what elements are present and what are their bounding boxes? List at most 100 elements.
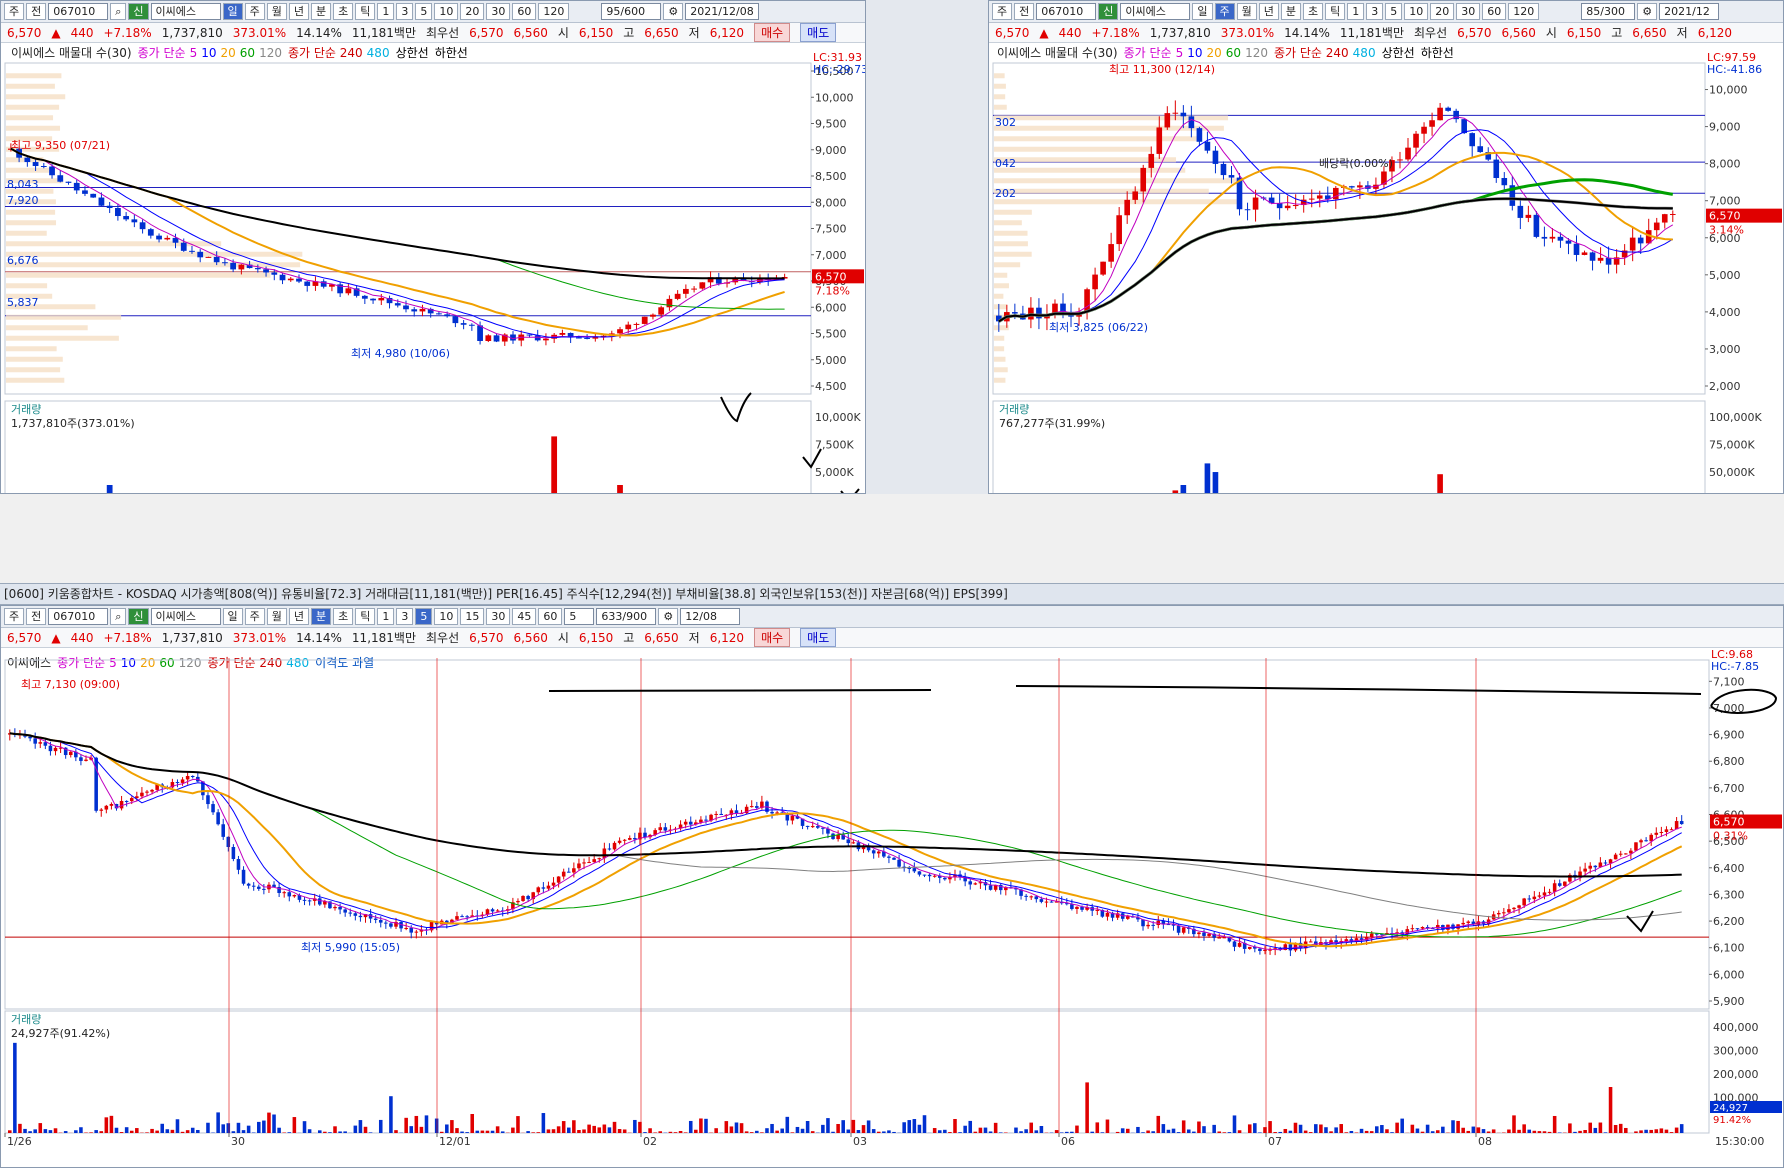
volume-bar [1100, 1132, 1105, 1133]
candle-body [592, 859, 596, 863]
candle-body [123, 216, 130, 220]
volume-profile-bar [6, 73, 62, 79]
candle-body [495, 910, 500, 912]
volume-bar [1679, 1124, 1684, 1133]
daily-chart-panel: 주 전 067010 ⌕ 신 이씨에스 일 주 월 년 분 초 틱 1 3 5 … [0, 0, 866, 494]
volume-bar [460, 1131, 464, 1133]
candle-body [338, 906, 342, 910]
candle-body [84, 759, 88, 761]
volume-profile-bar [6, 230, 47, 236]
volume-bar [983, 1127, 988, 1133]
volume-y-tick: 75,000K [1709, 439, 1755, 452]
volume-bar [602, 1124, 607, 1133]
candle-body [1637, 237, 1644, 244]
volume-bar [612, 1121, 617, 1133]
volume-bar [587, 1124, 591, 1133]
volume-bar [1552, 1115, 1557, 1133]
candle-body [1369, 933, 1374, 938]
candle-body [251, 885, 256, 887]
legend-name: 이씨에스 매물대 수(30) [11, 46, 132, 60]
candle-body [361, 295, 368, 299]
volume-bar [1176, 1132, 1181, 1133]
candle-body [1653, 222, 1660, 231]
candle-body [221, 824, 225, 837]
candle-body [73, 182, 80, 191]
candle-body [65, 181, 72, 183]
price-pane-frame [992, 62, 1706, 395]
volume-bar [1212, 472, 1219, 493]
volume-bar [861, 1125, 866, 1133]
volume-bar [328, 1132, 332, 1133]
candle-body [1679, 821, 1684, 825]
candle-body [180, 779, 185, 783]
daily-candle-chart[interactable]: 이씨에스 매물대 수(30) 종가 단순 5 10 20 60 120 종가 단순 240 48… [1, 1, 866, 494]
volume-bar [948, 1132, 952, 1133]
volume-bar [129, 1130, 134, 1133]
volume-bar [1075, 1125, 1079, 1133]
volume-bar [1268, 1121, 1272, 1133]
volume-bar [455, 1128, 459, 1133]
high-annotation: 최고 9,350 (07/21) [11, 139, 110, 152]
ma120-line [10, 148, 785, 279]
volume-bar [33, 1129, 37, 1133]
candle-body [1044, 901, 1049, 903]
candle-body [378, 919, 383, 923]
candle-body [124, 800, 129, 802]
legend-name: 이씨에스 매물대 수(30) [997, 46, 1118, 60]
legend-ma-label: 종가 단순 [138, 46, 186, 60]
volume-bar [450, 1120, 454, 1133]
volume-profile-bar [994, 199, 1240, 205]
candle-body [1132, 191, 1139, 200]
volume-y-tick: 2,500K [815, 494, 854, 495]
candle-body [317, 898, 322, 905]
candle-body [1049, 901, 1054, 903]
candle-body [1070, 904, 1074, 909]
volume-bar [241, 1130, 246, 1133]
volume-bar [1202, 1126, 1206, 1133]
volume-bar [74, 1130, 78, 1133]
volume-bar [490, 1130, 495, 1133]
legend-ma480: 480 [286, 656, 309, 670]
ma20-line [9, 732, 1683, 948]
volume-profile-bar [994, 230, 1028, 236]
legend-ma10: 10 [121, 656, 136, 670]
level-label: 302 [995, 116, 1016, 129]
volume-y-tick: 400,000 [1713, 1021, 1759, 1034]
volume-bar [358, 1120, 363, 1133]
y-tick-label: 3,000 [1709, 343, 1741, 356]
volume-profile-bar [994, 188, 1209, 194]
volume-profile-bar [994, 262, 1021, 268]
volume-bar [551, 436, 558, 493]
candle-body [1565, 240, 1572, 244]
candle-body [33, 738, 37, 744]
candle-body [394, 303, 401, 306]
volume-bar [1034, 1130, 1039, 1133]
y-tick-label: 6,700 [1713, 782, 1745, 795]
volume-bar [419, 1126, 424, 1133]
candle-body [53, 747, 58, 752]
volume-bar [790, 1132, 795, 1133]
price-tag-pct: 0.31% [1713, 830, 1748, 843]
weekly-candle-chart[interactable]: 이씨에스 매물대 수(30) 종가 단순 5 10 20 60 120 종가 단순 240 48… [989, 1, 1784, 494]
candle-body [485, 335, 492, 341]
candle-body [688, 821, 693, 825]
volume-bar [760, 1132, 764, 1133]
volume-bar [1410, 1124, 1415, 1133]
candle-body [246, 883, 251, 886]
y-tick-label: 9,000 [815, 144, 847, 157]
legend-ma240: 종가 단순 240 [288, 46, 363, 60]
legend-ma60: 60 [1226, 46, 1241, 60]
volume-bar [1618, 1123, 1623, 1133]
candle-body [40, 166, 47, 168]
volume-y-tick: 100,000K [1709, 411, 1762, 424]
minute-candle-chart[interactable]: 이씨에스 종가 단순 5 10 20 60 120 종가 단순 240 480 이격도 과열 7,… [1, 606, 1784, 1168]
volume-bar [1644, 1129, 1648, 1133]
panel-divider[interactable] [866, 0, 988, 494]
candle-body [1629, 237, 1636, 251]
volume-profile-bar [6, 125, 61, 131]
candle-body [658, 827, 663, 831]
volume-bar [1466, 1130, 1471, 1133]
volume-bar [1024, 1129, 1028, 1133]
volume-bar [1151, 1131, 1155, 1133]
volume-y-tick: 5,000K [815, 466, 854, 479]
